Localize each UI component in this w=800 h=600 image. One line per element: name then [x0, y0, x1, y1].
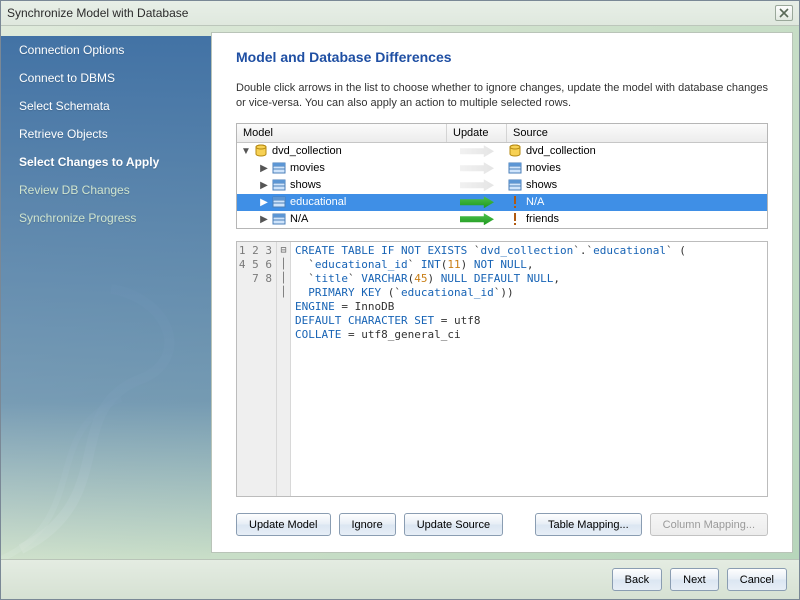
tree-row[interactable]: ▶ movies movies — [237, 160, 767, 177]
update-source-button[interactable]: Update Source — [404, 513, 503, 536]
titlebar[interactable]: Synchronize Model with Database — [1, 1, 799, 26]
warning-icon — [507, 195, 523, 209]
col-header-model[interactable]: Model — [237, 124, 447, 142]
sidebar-step-connection-options[interactable]: Connection Options — [1, 36, 211, 64]
ignore-button[interactable]: Ignore — [339, 513, 396, 536]
col-header-update[interactable]: Update — [447, 124, 507, 142]
table-icon — [271, 212, 287, 226]
action-button-row: Update Model Ignore Update Source Table … — [226, 507, 778, 538]
table-icon — [507, 178, 523, 192]
sql-preview: 1 2 3 4 5 6 7 8 ⊟│││ CREATE TABLE IF NOT… — [236, 241, 768, 497]
sidebar-step-select-changes[interactable]: Select Changes to Apply — [1, 148, 211, 176]
tree-row[interactable]: ▶ shows shows — [237, 177, 767, 194]
source-object-label: shows — [526, 179, 557, 191]
expand-toggle-icon[interactable]: ▼ — [241, 146, 251, 157]
update-model-button[interactable]: Update Model — [236, 513, 331, 536]
sql-gutter: 1 2 3 4 5 6 7 8 — [237, 242, 277, 496]
wizard-sidebar: Connection Options Connect to DBMS Selec… — [1, 26, 211, 559]
expand-toggle-icon[interactable]: ▶ — [259, 163, 269, 174]
col-header-source[interactable]: Source — [507, 124, 767, 142]
update-arrow-icon[interactable] — [460, 196, 494, 208]
source-object-label: friends — [526, 213, 559, 225]
warning-icon — [507, 212, 523, 226]
back-button[interactable]: Back — [612, 568, 662, 591]
sidebar-step-connect-dbms[interactable]: Connect to DBMS — [1, 64, 211, 92]
nochange-arrow-icon[interactable] — [460, 179, 494, 191]
nochange-arrow-icon[interactable] — [460, 162, 494, 174]
close-button[interactable] — [775, 5, 793, 21]
sidebar-step-select-schemata[interactable]: Select Schemata — [1, 92, 211, 120]
database-icon — [253, 144, 269, 158]
database-icon — [507, 144, 523, 158]
tree-header: Model Update Source — [237, 124, 767, 143]
column-mapping-button: Column Mapping... — [650, 513, 768, 536]
next-button[interactable]: Next — [670, 568, 719, 591]
model-object-label: educational — [290, 196, 346, 208]
model-object-label: dvd_collection — [272, 145, 342, 157]
table-icon — [507, 161, 523, 175]
nochange-arrow-icon[interactable] — [460, 145, 494, 157]
sql-fold-gutter: ⊟│││ — [277, 242, 291, 496]
table-icon — [271, 178, 287, 192]
page-heading: Model and Database Differences — [236, 49, 778, 65]
source-object-label: dvd_collection — [526, 145, 596, 157]
sidebar-step-review-db-changes[interactable]: Review DB Changes — [1, 176, 211, 204]
page-subtext: Double click arrows in the list to choos… — [236, 81, 776, 111]
cancel-button[interactable]: Cancel — [727, 568, 787, 591]
tree-rows: ▼dvd_collectiondvd_collection▶moviesmovi… — [237, 143, 767, 228]
table-icon — [271, 161, 287, 175]
model-object-label: shows — [290, 179, 321, 191]
model-object-label: N/A — [290, 213, 308, 225]
expand-toggle-icon[interactable]: ▶ — [259, 197, 269, 208]
sidebar-step-sync-progress[interactable]: Synchronize Progress — [1, 204, 211, 232]
wizard-window: Synchronize Model with Database Connecti… — [0, 0, 800, 600]
update-arrow-icon[interactable] — [460, 213, 494, 225]
wizard-footer: Back Next Cancel — [1, 559, 799, 599]
window-title: Synchronize Model with Database — [7, 6, 775, 20]
sql-code[interactable]: CREATE TABLE IF NOT EXISTS `dvd_collecti… — [291, 242, 767, 496]
main-panel: Model and Database Differences Double cl… — [211, 32, 793, 553]
model-object-label: movies — [290, 162, 325, 174]
table-icon — [271, 195, 287, 209]
tree-row[interactable]: ▶ educational N/A — [237, 194, 767, 211]
tree-row[interactable]: ▶ N/A friends — [237, 211, 767, 228]
sidebar-step-retrieve-objects[interactable]: Retrieve Objects — [1, 120, 211, 148]
expand-toggle-icon[interactable]: ▶ — [259, 180, 269, 191]
diff-tree: Model Update Source ▼ dvd_collection dvd_c… — [236, 123, 768, 229]
source-object-label: N/A — [526, 196, 544, 208]
table-mapping-button[interactable]: Table Mapping... — [535, 513, 642, 536]
expand-toggle-icon[interactable]: ▶ — [259, 214, 269, 225]
close-icon — [779, 8, 789, 18]
source-object-label: movies — [526, 162, 561, 174]
tree-row[interactable]: ▼ dvd_collection dvd_collection — [237, 143, 767, 160]
